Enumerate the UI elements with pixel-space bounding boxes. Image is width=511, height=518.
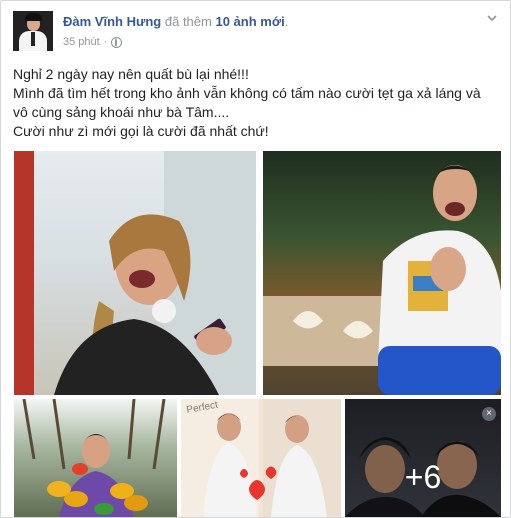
- photo-3[interactable]: [14, 399, 177, 517]
- photo-1[interactable]: [14, 151, 256, 395]
- photo-2-illustration: [263, 165, 501, 395]
- action-end: .: [284, 14, 289, 29]
- post-text-line-2: Mình đã tìm hết trong kho ảnh vẫn không …: [13, 85, 481, 120]
- avatar-hair: [25, 13, 42, 21]
- globe-icon[interactable]: [111, 36, 123, 48]
- author-avatar[interactable]: [13, 11, 53, 51]
- post-text-line-3: Cười như zì mới gọi là cười đã nhất chứ!: [13, 123, 269, 139]
- more-photos-count[interactable]: +6: [345, 459, 501, 495]
- meta-separator: ·: [103, 36, 108, 48]
- post-text-line-1: Nghỉ 2 ngày nay nên quất bù lại nhé!!!: [13, 66, 249, 82]
- post-meta: 35 phút ·: [63, 36, 123, 48]
- post-timestamp[interactable]: 35 phút: [63, 36, 100, 48]
- photo-1-illustration: [14, 151, 256, 395]
- photo-2[interactable]: [263, 151, 501, 395]
- photo-3-illustration: [22, 399, 166, 517]
- photo-5[interactable]: +6: [345, 399, 501, 517]
- avatar-tie: [31, 32, 35, 46]
- more-photos-overlay[interactable]: +6: [345, 399, 501, 517]
- author-name[interactable]: Đàm Vĩnh Hưng: [63, 14, 161, 29]
- action-text: đã thêm: [164, 14, 212, 29]
- photo-4-illustration: Perfect: [181, 399, 341, 517]
- added-photos-link[interactable]: 10 ảnh mới: [215, 14, 284, 29]
- post-text: Nghỉ 2 ngày nay nên quất bù lại nhé!!! M…: [13, 65, 499, 141]
- close-icon[interactable]: ×: [482, 407, 496, 421]
- post-card: Đàm Vĩnh Hưng đã thêm 10 ảnh mới. 35 phú…: [0, 0, 511, 518]
- post-header: Đàm Vĩnh Hưng đã thêm 10 ảnh mới.: [63, 14, 288, 29]
- photo-4[interactable]: Perfect: [181, 399, 341, 517]
- chevron-down-icon[interactable]: [487, 13, 497, 23]
